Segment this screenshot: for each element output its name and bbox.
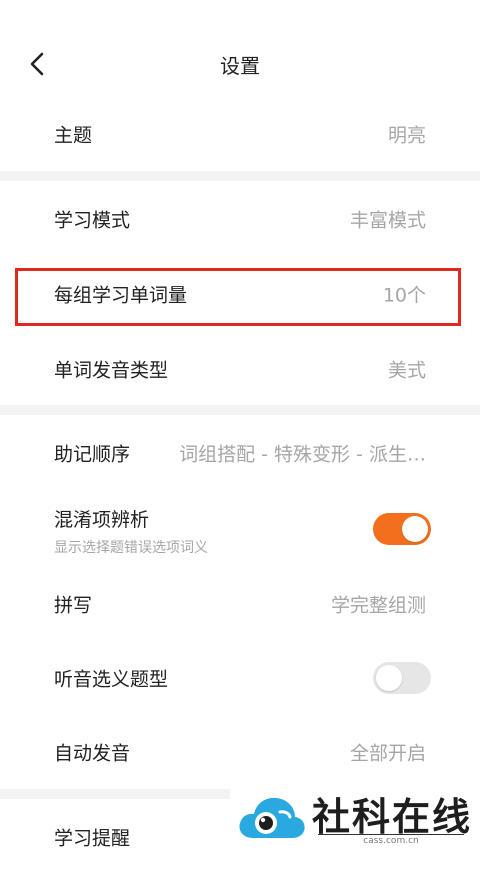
setting-label: 拼写 xyxy=(54,594,93,617)
setting-row-pronunciation[interactable]: 单词发音类型 美式 xyxy=(0,332,480,406)
watermark: 社科在线 cass.com.cn xyxy=(230,786,480,853)
setting-row-theme[interactable]: 主题 明亮 xyxy=(0,97,480,171)
setting-row-study-mode[interactable]: 学习模式 丰富模式 xyxy=(0,182,480,256)
setting-label: 每组学习单词量 xyxy=(54,284,188,307)
confusion-analysis-toggle[interactable] xyxy=(373,513,431,545)
setting-value: 明亮 xyxy=(387,124,426,147)
listening-question-toggle[interactable] xyxy=(373,662,431,694)
setting-row-auto-pronounce[interactable]: 自动发音 全部开启 xyxy=(0,715,480,789)
watermark-text: 社科在线 xyxy=(312,794,473,839)
setting-row-words-per-group[interactable]: 每组学习单词量 10个 xyxy=(0,257,480,331)
setting-value: 10个 xyxy=(382,284,426,307)
setting-value: 美式 xyxy=(387,359,426,382)
setting-label: 单词发音类型 xyxy=(54,359,169,382)
setting-value: 词组搭配 - 特殊变形 - 派生… xyxy=(179,443,426,466)
toggle-knob xyxy=(376,665,402,691)
toggle-knob xyxy=(402,516,428,542)
page-title: 设置 xyxy=(220,54,260,78)
setting-label: 听音选义题型 xyxy=(54,668,169,691)
setting-label: 混淆项辨析 xyxy=(54,509,150,531)
setting-value: 丰富模式 xyxy=(349,209,426,232)
watermark-url: cass.com.cn xyxy=(318,834,464,846)
setting-label: 助记顺序 xyxy=(54,443,131,466)
setting-value: 全部开启 xyxy=(349,742,426,765)
setting-description: 显示选择题错误选项词义 xyxy=(54,540,208,556)
setting-label: 自动发音 xyxy=(54,742,131,765)
setting-label: 学习模式 xyxy=(54,209,131,232)
setting-row-confusion-analysis: 混淆项辨析 显示选择题错误选项词义 xyxy=(0,491,480,567)
setting-row-spelling[interactable]: 拼写 学完整组测 xyxy=(0,567,480,641)
cloud-eye-logo-icon xyxy=(239,797,305,838)
setting-row-mnemonic-order[interactable]: 助记顺序 词组搭配 - 特殊变形 - 派生… xyxy=(0,416,480,490)
setting-value: 学完整组测 xyxy=(330,594,426,617)
setting-row-listening-question: 听音选义题型 xyxy=(0,641,480,715)
setting-label: 学习提醒 xyxy=(54,827,131,850)
section-divider xyxy=(0,171,480,181)
setting-label: 主题 xyxy=(54,124,93,147)
section-divider xyxy=(0,405,480,415)
